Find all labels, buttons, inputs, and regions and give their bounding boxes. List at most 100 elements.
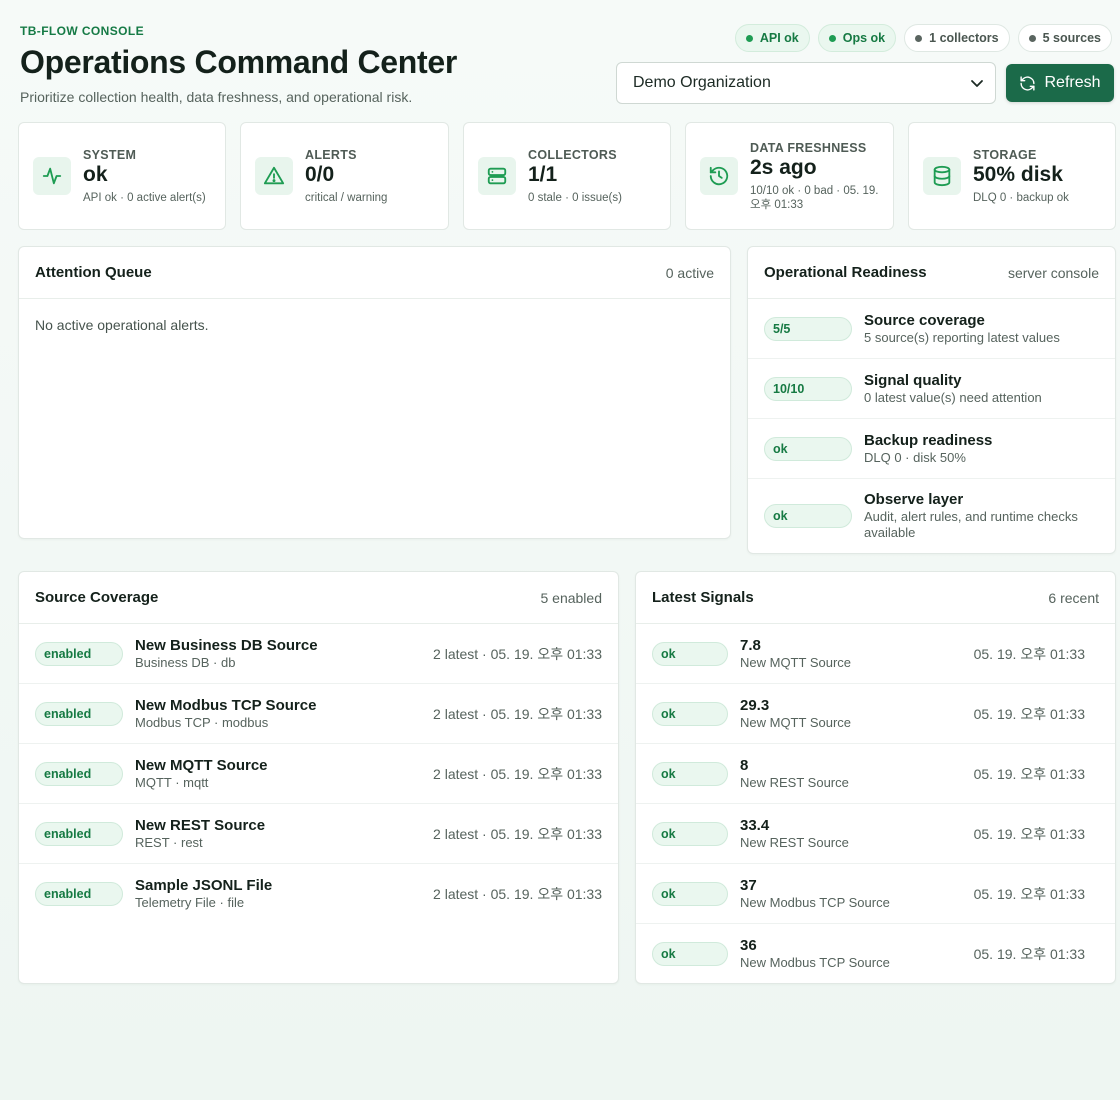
stat-sub: 10/10 ok · 0 bad · 05. 19. 오후 01:33 xyxy=(750,184,879,211)
sources-chip: 5 sources xyxy=(1017,24,1112,52)
chip-label: API ok xyxy=(759,31,799,45)
server-icon-wrap xyxy=(478,157,516,195)
row-text: 7.8 New MQTT Source xyxy=(740,637,851,671)
status-dot-icon xyxy=(745,34,753,42)
stat-value: 1/1 xyxy=(528,162,558,186)
status-badge: ok xyxy=(764,436,852,461)
source-row[interactable]: enabled New Business DB Source Business … xyxy=(19,624,618,684)
row-timestamp: 05. 19. 오후 01:33 xyxy=(973,825,1085,842)
row-title: Source coverage xyxy=(864,311,985,329)
stat-card-freshness: DATA FRESHNESS 2s ago 10/10 ok · 0 bad ·… xyxy=(685,122,894,230)
organization-select[interactable]: Demo Organization xyxy=(616,62,996,104)
stat-body: SYSTEM ok API ok · 0 active alert(s) xyxy=(83,148,206,205)
row-sub: REST · rest xyxy=(135,834,203,850)
console-eyebrow: TB-FLOW CONSOLE xyxy=(20,24,144,38)
empty-state-text: No active operational alerts. xyxy=(35,317,209,333)
row-sub: 5 source(s) reporting latest values xyxy=(864,329,1060,345)
row-timestamp: 05. 19. 오후 01:33 xyxy=(973,946,1085,962)
stat-label: COLLECTORS xyxy=(528,147,617,162)
panel-meta: server console xyxy=(1007,264,1099,281)
stat-body: STORAGE 50% disk DLQ 0 · backup ok xyxy=(973,148,1069,205)
stat-label: ALERTS xyxy=(305,147,357,162)
status-badge: enabled xyxy=(35,641,123,666)
panel-title: Attention Queue xyxy=(35,264,152,281)
readiness-item: ok Backup readiness DLQ 0 · disk 50% xyxy=(748,419,1115,479)
stat-value: 50% disk xyxy=(973,162,1063,186)
signal-value: 37 xyxy=(740,876,757,894)
source-row[interactable]: enabled New Modbus TCP Source Modbus TCP… xyxy=(19,684,618,744)
row-text: 37 New Modbus TCP Source xyxy=(740,877,890,911)
source-row[interactable]: enabled New REST Source REST · rest 2 la… xyxy=(19,804,618,864)
stat-card-storage: STORAGE 50% disk DLQ 0 · backup ok xyxy=(908,122,1116,230)
stat-card-alerts: ALERTS 0/0 critical / warning xyxy=(240,122,449,230)
refresh-button[interactable]: Refresh xyxy=(1006,64,1114,102)
row-timestamp: 2 latest · 05. 19. 오후 01:33 xyxy=(433,645,602,662)
signal-row[interactable]: ok 36 New Modbus TCP Source 05. 19. 오후 0… xyxy=(636,924,1115,984)
row-sub: Audit, alert rules, and runtime checks a… xyxy=(864,509,1078,540)
status-badge: enabled xyxy=(35,821,123,846)
row-title: New Modbus TCP Source xyxy=(135,696,317,714)
status-badge: ok xyxy=(764,504,852,528)
row-title: Sample JSONL File xyxy=(135,877,273,894)
row-text: Signal quality 0 latest value(s) need at… xyxy=(864,372,1042,406)
signal-source: New Modbus TCP Source xyxy=(740,955,890,970)
status-badge: enabled xyxy=(35,701,123,726)
stat-body: DATA FRESHNESS 2s ago 10/10 ok · 0 bad ·… xyxy=(750,141,890,212)
row-sub: 0 latest value(s) need attention xyxy=(864,389,1042,405)
stat-value: 0/0 xyxy=(305,162,335,186)
status-badge: ok xyxy=(652,761,728,786)
status-dot-icon xyxy=(915,34,923,42)
source-row[interactable]: enabled Sample JSONL File Telemetry File… xyxy=(19,864,618,924)
history-icon-wrap xyxy=(700,157,738,195)
activity-icon xyxy=(42,167,62,185)
signal-row[interactable]: ok 7.8 New MQTT Source 05. 19. 오후 01:33 xyxy=(636,624,1115,684)
status-badge: enabled xyxy=(35,761,123,786)
server-icon xyxy=(487,167,507,185)
signal-source: New Modbus TCP Source xyxy=(740,894,890,910)
source-row[interactable]: enabled New MQTT Source MQTT · mqtt 2 la… xyxy=(19,744,618,804)
organization-select-value: Demo Organization xyxy=(633,74,771,91)
status-badge: ok xyxy=(652,701,728,726)
status-badge: ok xyxy=(652,821,728,846)
readiness-item: 10/10 Signal quality 0 latest value(s) n… xyxy=(748,359,1115,419)
activity-icon-wrap xyxy=(33,157,71,195)
row-text: New Modbus TCP Source Modbus TCP · modbu… xyxy=(135,697,316,731)
warning-icon xyxy=(263,166,285,185)
database-icon xyxy=(933,165,951,187)
stat-card-system: SYSTEM ok API ok · 0 active alert(s) xyxy=(18,122,226,230)
stat-label: SYSTEM xyxy=(83,147,137,162)
row-timestamp: 05. 19. 오후 01:33 xyxy=(973,765,1085,782)
signal-row[interactable]: ok 8 New REST Source 05. 19. 오후 01:33 xyxy=(636,744,1115,804)
ops-status-chip: Ops ok xyxy=(817,24,897,52)
chip-label: 1 collectors xyxy=(929,31,999,45)
status-badge: 10/10 xyxy=(764,376,852,401)
signal-value: 29.3 xyxy=(740,696,770,714)
signal-source: New REST Source xyxy=(740,834,849,850)
row-text: 36 New Modbus TCP Source xyxy=(740,937,890,971)
chip-label: Ops ok xyxy=(842,31,886,45)
row-timestamp: 05. 19. 오후 01:33 xyxy=(973,885,1085,902)
panel-header: Operational Readiness server console xyxy=(748,247,1115,299)
status-dot-icon xyxy=(1028,34,1036,42)
row-sub: DLQ 0 · disk 50% xyxy=(864,449,966,465)
row-text: Sample JSONL File Telemetry File · file xyxy=(135,877,272,911)
panel-header: Source Coverage 5 enabled xyxy=(19,572,618,624)
signal-row[interactable]: ok 37 New Modbus TCP Source 05. 19. 오후 0… xyxy=(636,864,1115,924)
status-badge: 5/5 xyxy=(764,316,852,341)
refresh-icon xyxy=(1020,75,1036,91)
stat-label: DATA FRESHNESS xyxy=(750,140,867,155)
stat-sub: API ok · 0 active alert(s) xyxy=(83,191,206,204)
readiness-item: 5/5 Source coverage 5 source(s) reportin… xyxy=(748,299,1115,359)
row-timestamp: 2 latest · 05. 19. 오후 01:33 xyxy=(433,886,602,902)
row-text: Backup readiness DLQ 0 · disk 50% xyxy=(864,432,992,466)
panel-header: Attention Queue 0 active xyxy=(19,247,730,299)
signal-row[interactable]: ok 33.4 New REST Source 05. 19. 오후 01:33 xyxy=(636,804,1115,864)
stat-sub: DLQ 0 · backup ok xyxy=(973,191,1069,204)
page-subtitle: Prioritize collection health, data fresh… xyxy=(20,89,413,105)
panel-title: Latest Signals xyxy=(652,589,754,606)
row-text: 8 New REST Source xyxy=(740,757,849,791)
signal-source: New REST Source xyxy=(740,774,849,790)
signal-row[interactable]: ok 29.3 New MQTT Source 05. 19. 오후 01:33 xyxy=(636,684,1115,744)
signal-value: 36 xyxy=(740,937,757,954)
api-status-chip: API ok xyxy=(734,24,810,52)
